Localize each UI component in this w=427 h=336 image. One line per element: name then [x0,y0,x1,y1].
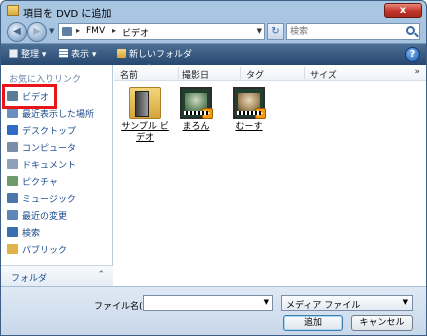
folder-icon [62,27,72,36]
sort-ascending-icon: ^ [146,63,152,71]
title-bar: 項目を DVD に追加 x [1,1,426,21]
new-folder-label: 新しいフォルダ [129,50,193,60]
sidebar-item-documents[interactable]: ドキュメント [7,159,109,172]
folders-label: フォルダ [11,274,48,284]
chevron-down-icon[interactable]: ▼ [403,298,408,306]
highlight-box [2,84,57,109]
sidebar-item-public[interactable]: パブリック [7,244,109,257]
file-list: 名前 ^ 撮影日 タグ サイズ » サンプル ビ デオ ▶ まろん ▶ むーす [114,63,426,286]
filename-field[interactable]: ▼ [143,295,273,311]
chevron-right-icon[interactable]: ▸ [76,26,80,35]
sidebar-item-desktop[interactable]: デスクトップ [7,125,109,138]
media-player-icon: ▶ [255,108,266,119]
desktop-icon [7,125,18,135]
sidebar-item-label: 最近の変更 [22,212,68,222]
sidebar-item-label: ミュージック [22,195,76,205]
column-divider[interactable] [178,67,179,79]
back-button[interactable]: ◀ [7,22,27,42]
organize-button[interactable]: 整理 ▾ [9,48,46,62]
computer-icon [7,142,18,152]
toolbar: 整理 ▾ 表示 ▾ 新しいフォルダ ? [1,43,426,65]
views-icon [59,49,68,58]
sidebar-item-search[interactable]: 検索 [7,227,109,240]
file-type-value: メディア ファイル [286,301,361,311]
cancel-button[interactable]: キャンセル [351,315,413,331]
search-box[interactable] [286,23,420,40]
video-thumbnail-icon: ▶ [180,87,213,119]
new-folder-button[interactable]: 新しいフォルダ [117,48,192,62]
search-folder-icon [7,227,18,237]
folders-toggle[interactable]: フォルダ ⌃ [1,265,113,286]
dvd-folder-icon [7,5,19,16]
recent-places-icon [7,108,18,118]
sidebar-item-recent-changes[interactable]: 最近の変更 [7,210,109,223]
column-divider[interactable] [240,67,241,79]
pictures-icon [7,176,18,186]
file-label: サンプル ビ デオ [118,122,172,144]
address-row: ◀ ▶ ▼ ▸ FMV ▸ ビデオ ▼ ↻ [1,21,426,43]
sidebar-item-label: ドキュメント [22,161,77,171]
organize-icon [9,49,18,58]
file-label: まろん [182,122,210,132]
more-columns-icon[interactable]: » [414,67,420,77]
sidebar-item-label: コンピュータ [22,144,77,154]
sidebar-item-label: 最近表示した場所 [22,110,95,120]
file-item-mousse[interactable]: ▶ むーす [222,87,276,133]
file-type-select[interactable]: メディア ファイル ▼ [281,295,413,311]
public-folder-icon [7,244,18,254]
file-item-sample-video[interactable]: サンプル ビ デオ [118,87,172,144]
window-title: 項目を DVD に追加 [23,9,112,20]
dialog-footer: ファイル名(N): ▼ メディア ファイル ▼ 追加 キャンセル [1,286,426,335]
column-tags[interactable]: タグ [246,68,264,81]
media-player-icon: ▶ [202,108,213,119]
sidebar-item-music[interactable]: ミュージック [7,193,109,206]
sidebar-item-label: デスクトップ [22,127,77,137]
video-thumbnail-icon: ▶ [233,87,266,119]
breadcrumb-video[interactable]: ビデオ [122,26,149,39]
column-date-taken[interactable]: 撮影日 [182,68,209,81]
views-button[interactable]: 表示 ▾ [59,48,96,62]
column-name[interactable]: 名前 [120,68,138,81]
folder-icon [129,87,161,119]
documents-icon [7,159,18,169]
address-bar[interactable]: ▸ FMV ▸ ビデオ ▼ [58,23,265,40]
navigation-pane: お気に入りリンク ビデオ 最近表示した場所 デスクトップ コンピュータ ドキュメ… [1,65,113,286]
file-label-line: サンプル ビ [121,122,169,132]
sidebar-item-recent-places[interactable]: 最近表示した場所 [7,108,109,121]
new-folder-icon [117,49,126,58]
file-item-maron[interactable]: ▶ まろん [169,87,223,133]
help-button[interactable]: ? [405,47,420,62]
views-label: 表示 [71,50,90,60]
filename-input[interactable] [146,297,258,309]
forward-button[interactable]: ▶ [27,22,47,42]
close-button[interactable]: x [384,3,422,18]
sidebar-item-pictures[interactable]: ピクチャ [7,176,109,189]
organize-label: 整理 [21,50,40,60]
history-dropdown-icon[interactable]: ▼ [49,27,54,35]
column-divider[interactable] [304,67,305,79]
search-input[interactable] [290,25,402,38]
content-area: お気に入りリンク ビデオ 最近表示した場所 デスクトップ コンピュータ ドキュメ… [1,63,426,286]
recent-changes-icon [7,210,18,220]
refresh-button[interactable]: ↻ [267,23,284,40]
sidebar-item-label: ピクチャ [22,178,58,188]
chevron-right-icon[interactable]: ▸ [112,26,116,35]
search-icon[interactable] [406,26,415,35]
file-label: むーす [235,122,263,132]
column-size[interactable]: サイズ [310,68,337,81]
add-to-dvd-dialog: 項目を DVD に追加 x ◀ ▶ ▼ ▸ FMV ▸ ビデオ ▼ ↻ 整理 ▾… [0,0,427,336]
file-label-line: デオ [135,133,154,143]
column-header-row: 名前 ^ 撮影日 タグ サイズ » [114,63,426,81]
sidebar-item-computer[interactable]: コンピュータ [7,142,109,155]
sidebar-item-label: パブリック [22,246,68,256]
breadcrumb-fmv[interactable]: FMV [86,26,105,36]
chevron-down-icon[interactable]: ▼ [264,298,269,306]
address-dropdown-icon[interactable]: ▼ [257,27,262,35]
music-icon [7,193,18,203]
add-button[interactable]: 追加 [283,315,343,331]
sidebar-item-label: 検索 [22,229,41,239]
chevron-up-icon[interactable]: ⌃ [97,270,105,280]
